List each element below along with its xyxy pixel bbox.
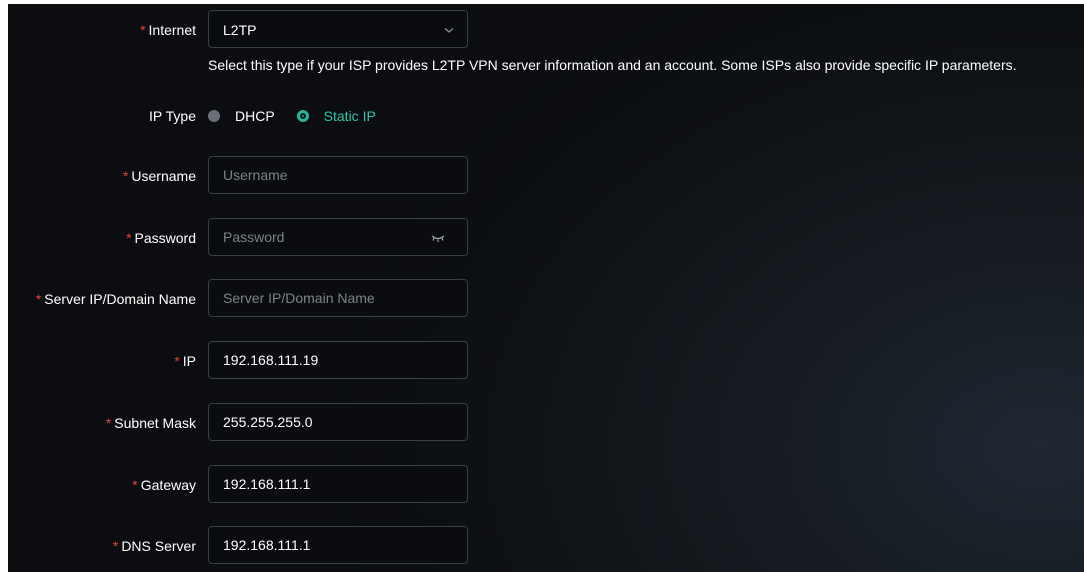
internet-type-hint: Select this type if your ISP provides L2… [208,57,1017,73]
radio-dhcp-label: DHCP [235,108,275,124]
password-input[interactable] [209,219,467,255]
ip-type-radio-group: DHCP Static IP [208,96,398,136]
ip-label: * IP [174,353,196,369]
server-input[interactable] [209,280,467,316]
radio-static-ip-label: Static IP [323,108,376,124]
username-input[interactable] [209,157,467,193]
password-row: * Password [8,218,1084,258]
gateway-input[interactable] [209,466,467,502]
radio-static-ip[interactable]: Static IP [296,108,376,124]
username-field-box [208,156,468,194]
password-label: * Password [126,230,196,246]
required-mark: * [112,538,119,554]
eye-closed-icon[interactable] [431,232,445,244]
chevron-down-icon [444,28,454,33]
gateway-row: * Gateway [8,465,1084,505]
gateway-label: * Gateway [132,477,196,493]
wan-settings-panel: * Internet L2TP Select this type if your … [8,4,1084,572]
ip-row: * IP [8,341,1084,381]
required-mark: * [132,477,138,493]
dns-server-field-box [208,526,468,564]
username-row: * Username [8,156,1084,196]
subnet-mask-input[interactable] [209,404,467,440]
internet-row: * Internet L2TP [8,10,1084,50]
ip-type-row: IP Type DHCP Static IP [8,96,1084,136]
subnet-mask-label: * Subnet Mask [105,415,196,431]
internet-type-select[interactable]: L2TP [208,10,468,48]
required-mark: * [140,22,146,38]
internet-type-value: L2TP [223,22,257,38]
ip-input[interactable] [209,342,467,378]
server-label: * Server IP/Domain Name [35,291,196,307]
gateway-field-box [208,465,468,503]
subnet-mask-field-box [208,403,468,441]
radio-unchecked-icon [208,110,220,122]
internet-label: * Internet [140,22,196,38]
required-mark: * [174,353,180,369]
subnet-mask-row: * Subnet Mask [8,403,1084,443]
dns-server-row: * DNS Server [8,526,1084,566]
username-label: * Username [122,168,196,184]
radio-dhcp[interactable]: DHCP [208,108,275,124]
dns-server-label: * DNS Server [112,538,196,554]
password-field-box [208,218,468,256]
radio-checked-icon [296,110,309,122]
ip-field-box [208,341,468,379]
required-mark: * [126,230,132,246]
required-mark: * [35,291,42,307]
dns-server-input[interactable] [209,527,467,563]
required-mark: * [122,168,129,184]
server-field-box [208,279,468,317]
server-row: * Server IP/Domain Name [8,279,1084,319]
required-mark: * [105,415,112,431]
ip-type-label: IP Type [149,108,196,124]
